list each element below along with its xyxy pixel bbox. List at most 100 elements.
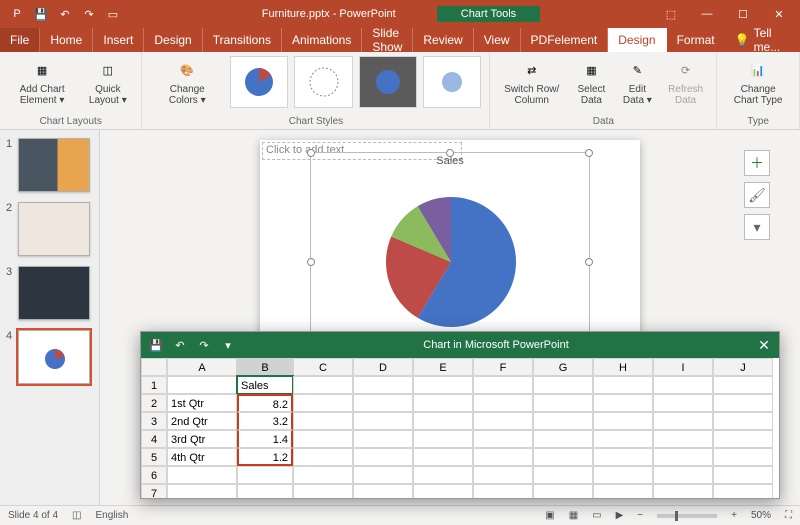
thumbnail-3[interactable] [18,266,90,320]
row-header-2[interactable]: 2 [141,394,167,412]
row-header-1[interactable]: 1 [141,376,167,394]
excel-window-title: Chart in Microsoft PowerPoint [243,339,749,351]
row-header-4[interactable]: 4 [141,430,167,448]
spreadsheet-grid[interactable]: A B C D E F G H I J 1 Sales 2 1st Qtr 8.… [141,358,779,498]
undo-icon[interactable]: ↶ [54,3,76,25]
col-header-e[interactable]: E [413,358,473,376]
pie-chart [311,167,591,347]
change-chart-type-icon: 📊 [744,58,772,82]
thumbnail-2[interactable] [18,202,90,256]
cell-a1[interactable] [167,376,237,394]
add-chart-element-icon: ▦ [28,58,56,82]
change-colors-button[interactable]: 🎨 Change Colors ▾ [150,56,224,108]
add-chart-element-button[interactable]: ▦ Add Chart Element ▾ [8,56,76,108]
col-header-f[interactable]: F [473,358,533,376]
slide-counter: Slide 4 of 4 [8,510,58,521]
change-chart-type-button[interactable]: 📊 Change Chart Type [725,56,791,108]
zoom-out-icon[interactable]: − [637,510,643,521]
excel-undo-icon[interactable]: ↶ [169,334,191,356]
chart-style-4[interactable] [423,56,481,108]
row-header-3[interactable]: 3 [141,412,167,430]
quick-layout-icon: ◫ [94,58,122,82]
refresh-data-icon: ⟳ [672,58,700,82]
group-label-chart-layouts: Chart Layouts [8,116,133,127]
thumbnail-1[interactable] [18,138,90,192]
chart-data-editor: 💾 ↶ ↷ ▾ Chart in Microsoft PowerPoint ✕ … [140,331,780,499]
tab-design-main[interactable]: Design [144,28,202,52]
maximize-icon[interactable]: ☐ [726,1,760,27]
sign-in-link[interactable]: Sign in [790,28,800,52]
contextual-tab-label: Chart Tools [437,6,540,22]
chart-styles-button[interactable]: 🖌 [744,182,770,208]
tab-review[interactable]: Review [413,28,473,52]
cell-b2[interactable]: 8.2 [237,394,293,412]
slideshow-view-icon[interactable]: ▶ [616,510,624,521]
tab-view[interactable]: View [474,28,521,52]
fit-to-window-icon[interactable]: ⛶ [785,510,792,521]
chart-style-3[interactable] [359,56,417,108]
excel-redo-icon[interactable]: ↷ [193,334,215,356]
col-header-a[interactable]: A [167,358,237,376]
language-indicator[interactable]: English [96,510,129,521]
tab-transitions[interactable]: Transitions [203,28,282,52]
save-icon[interactable]: 💾 [30,3,52,25]
slide-sorter-icon[interactable]: ▦ [569,510,578,521]
close-window-icon[interactable]: ✕ [762,1,796,27]
cell-b5[interactable]: 1.2 [237,448,293,466]
spellcheck-icon[interactable]: ◫ [72,510,81,521]
row-header-5[interactable]: 5 [141,448,167,466]
chart-filters-button[interactable]: ▾ [744,214,770,240]
minimize-icon[interactable]: — [690,1,724,27]
select-all-corner[interactable] [141,358,167,376]
edit-data-icon: ✎ [623,58,651,82]
start-from-beginning-icon[interactable]: ▭ [102,3,124,25]
excel-save-icon[interactable]: 💾 [145,334,167,356]
col-header-i[interactable]: I [653,358,713,376]
normal-view-icon[interactable]: ▣ [545,510,554,521]
cell-a4[interactable]: 3rd Qtr [167,430,237,448]
col-header-b[interactable]: B [237,358,293,376]
ribbon-display-options-icon[interactable]: ⬚ [654,1,688,27]
tab-file[interactable]: File [0,28,40,52]
edit-data-button[interactable]: ✎ Edit Data ▾ [618,56,657,108]
cell-a5[interactable]: 4th Qtr [167,448,237,466]
excel-customize-icon[interactable]: ▾ [217,334,239,356]
cell-b4[interactable]: 1.4 [237,430,293,448]
tab-pdfelement[interactable]: PDFelement [521,28,609,52]
group-label-chart-styles: Chart Styles [150,116,481,127]
slide-thumbnail-panel: 1 2 3 4 [0,130,100,505]
cell-b1[interactable]: Sales [237,376,293,394]
cell-a3[interactable]: 2nd Qtr [167,412,237,430]
tab-insert[interactable]: Insert [93,28,144,52]
tell-me-search[interactable]: 💡Tell me... [725,28,791,52]
refresh-data-button[interactable]: ⟳ Refresh Data [663,56,708,108]
tab-home[interactable]: Home [40,28,93,52]
thumbnail-4[interactable] [18,330,90,384]
switch-row-column-icon: ⇄ [518,58,546,82]
tab-animations[interactable]: Animations [282,28,362,52]
row-header-6[interactable]: 6 [141,466,167,484]
col-header-h[interactable]: H [593,358,653,376]
chart-style-2[interactable] [294,56,352,108]
cell-a2[interactable]: 1st Qtr [167,394,237,412]
col-header-g[interactable]: G [533,358,593,376]
switch-row-column-button[interactable]: ⇄ Switch Row/ Column [498,56,565,108]
reading-view-icon[interactable]: ▭ [592,510,601,521]
chart-style-1[interactable] [230,56,288,108]
zoom-slider[interactable] [657,514,717,518]
quick-layout-button[interactable]: ◫ Quick Layout ▾ [82,56,133,108]
chart-elements-button[interactable]: ＋ [744,150,770,176]
tab-chart-design[interactable]: Design [608,28,666,52]
select-data-button[interactable]: ▦ Select Data [571,56,612,108]
zoom-level[interactable]: 50% [751,510,771,521]
tab-chart-format[interactable]: Format [667,28,725,52]
col-header-j[interactable]: J [713,358,773,376]
row-header-7[interactable]: 7 [141,484,167,498]
col-header-d[interactable]: D [353,358,413,376]
tab-slideshow[interactable]: Slide Show [362,28,413,52]
redo-icon[interactable]: ↷ [78,3,100,25]
excel-close-icon[interactable]: ✕ [749,337,779,354]
cell-b3[interactable]: 3.2 [237,412,293,430]
zoom-in-icon[interactable]: + [731,510,737,521]
col-header-c[interactable]: C [293,358,353,376]
